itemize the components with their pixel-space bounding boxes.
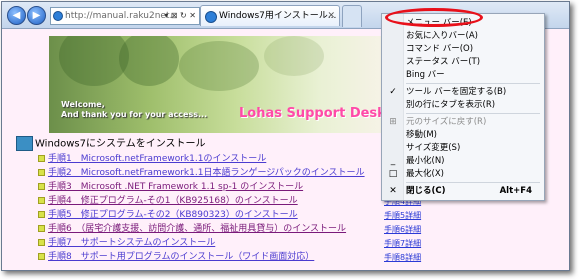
menu-item-restore: ⊞ 元のサイズに戻す(R) [382,116,544,128]
tab-ie-icon [205,11,217,23]
menu-separator [406,182,540,183]
close-icon: ✕ [389,186,397,196]
forward-button[interactable]: ▶ [27,6,46,25]
step-item[interactable]: 手順2 Microsoft.netFramework1.1日本語ランゲージパック… [38,167,365,180]
menu-item-lock-toolbars[interactable]: ✓ ツール バーを固定する(B) [382,86,544,98]
bullet-icon [38,239,45,246]
minimize-icon: _ [390,156,396,166]
toolbar-context-menu: メニュー バー(E) お気に入りバー(A) コマンド バー(O) ステータス バ… [381,13,545,201]
step-item[interactable]: 手順6 （居宅介護支援、訪問介護、通所、福祉用具貸与）のインストール [38,223,346,236]
step-item[interactable]: 手順7 サポートシステムのインストール [38,237,215,250]
menu-item-maximize[interactable]: □ 最大化(X) [382,168,544,180]
menu-item-bing-bar[interactable]: Bing バー [382,69,544,81]
step7-detail-link[interactable]: 手順7詳細 [384,237,421,250]
menu-separator [406,83,540,84]
header-banner: Welcome, And thank you for your access..… [49,36,387,133]
step-item[interactable]: 手順8 サポート用プログラムのインストール（ワイド画面対応） [38,251,314,264]
bullet-icon [38,183,45,190]
menu-item-minimize[interactable]: _ 最小化(N) [382,155,544,167]
computer-icon [16,136,33,151]
address-bar[interactable]: http://manual.raku2net. ▾ ⊠ ↻ ✕ [50,7,200,25]
bullet-icon [38,169,45,176]
step-item[interactable]: 手順3 Microsoft .NET Framework 1.1 sp-1 のイ… [38,181,303,194]
back-button[interactable]: ◀ [7,6,26,25]
browser-window: ◀ ▶ http://manual.raku2net. ▾ ⊠ ↻ ✕ Wind… [1,1,570,271]
step8-detail-link[interactable]: 手順8詳細 [384,251,421,264]
banner-welcome-line1: Welcome, [61,100,105,109]
page-icon [53,11,63,21]
address-url: http://manual.raku2net. [65,11,173,21]
banner-welcome-line2: And thank you for your access... [61,110,208,119]
address-controls[interactable]: ▾ ⊠ ↻ ✕ [164,8,196,24]
step6-detail-link[interactable]: 手順6詳細 [384,223,421,236]
menu-item-close[interactable]: ✕ 閉じる(C) Alt+F4 [382,185,544,197]
menu-separator [406,113,540,114]
menu-item-resize[interactable]: サイズ変更(S) [382,142,544,154]
step-item[interactable]: 手順1 Microsoft.netFramework1.1のインストール [38,153,266,166]
bullet-icon [38,225,45,232]
menu-item-tabs-separate-row[interactable]: 別の行にタブを表示(R) [382,99,544,111]
menu-item-favorites-bar[interactable]: お気に入りバー(A) [382,30,544,42]
checkmark-icon: ✓ [389,87,397,97]
bullet-icon [38,211,45,218]
menu-item-command-bar[interactable]: コマンド バー(O) [382,43,544,55]
bullet-icon [38,197,45,204]
maximize-icon: □ [388,169,398,179]
banner-logo: Lohas Support Desk [239,106,386,121]
step-item[interactable]: 手順5 修正プログラム-その2（KB890323）のインストール [38,209,298,222]
step-item[interactable]: 手順4 修正プログラム-その1（KB925168）のインストール [38,195,298,208]
step5-detail-link[interactable]: 手順5詳細 [384,209,421,222]
menu-item-status-bar[interactable]: ステータス バー(T) [382,56,544,68]
menu-item-move[interactable]: 移動(M) [382,129,544,141]
bullet-icon [38,155,45,162]
tab-close-icon[interactable]: ✕ [327,6,335,26]
restore-icon: ⊞ [389,117,397,127]
shortcut-label: Alt+F4 [499,186,532,196]
section-title: Windows7にシステムをインストール [16,136,206,152]
tab-title: Windows7用インストール... [219,11,337,21]
bullet-icon [38,253,45,260]
highlight-oval [385,8,483,27]
new-tab-button[interactable] [342,5,362,27]
tab-active[interactable]: Windows7用インストール... ✕ [200,5,340,26]
